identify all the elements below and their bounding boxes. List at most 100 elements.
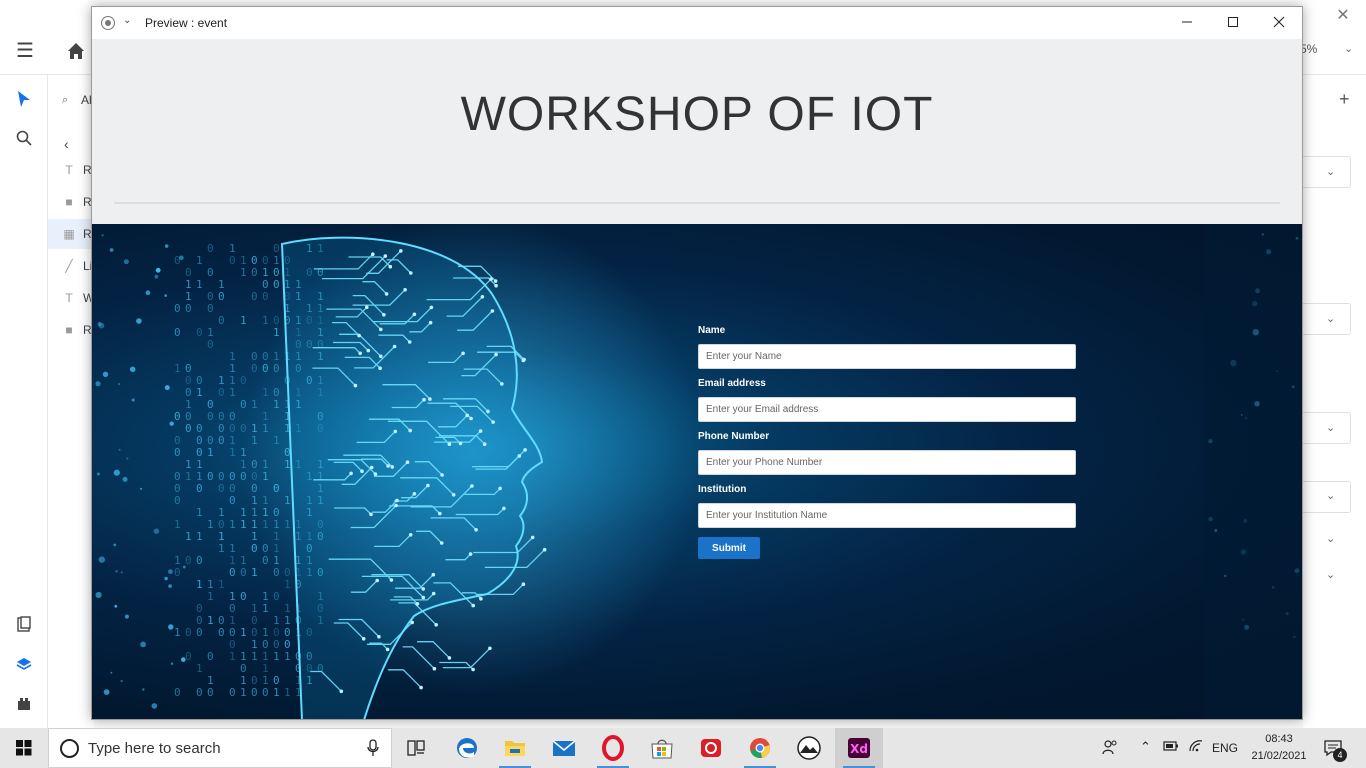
page-title: WORKSHOP OF IOT [460, 88, 934, 141]
svg-text:0: 0 [174, 254, 181, 267]
layer-item[interactable]: ▦ R [48, 219, 94, 249]
svg-text:0: 0 [174, 686, 181, 699]
svg-text:1: 1 [218, 578, 225, 591]
svg-text:0: 0 [207, 266, 214, 279]
show-hidden-icons-chevron[interactable]: ⌃ [1140, 739, 1151, 755]
svg-text:1: 1 [196, 386, 203, 399]
svg-text:1: 1 [273, 686, 280, 699]
plugins-icon[interactable] [12, 692, 36, 716]
svg-text:0: 0 [251, 362, 258, 375]
add-icon[interactable]: + [1339, 89, 1350, 110]
microphone-icon[interactable] [367, 739, 379, 760]
edge-browser-icon[interactable] [443, 728, 491, 768]
svg-text:1: 1 [284, 578, 291, 591]
close-icon[interactable]: ✕ [1331, 4, 1355, 28]
hamburger-menu-icon[interactable]: ☰ [12, 38, 38, 64]
svg-text:1: 1 [196, 662, 203, 675]
task-view-icon[interactable] [392, 728, 440, 768]
line-layer-icon: ╱ [65, 259, 73, 273]
battery-icon[interactable] [1163, 739, 1179, 756]
creative-cloud-icon[interactable] [687, 728, 735, 768]
xd-tool-bar [0, 75, 48, 728]
taskbar-search-box[interactable]: Type here to search [48, 728, 392, 768]
chevron-down-icon[interactable]: ⌄ [1326, 489, 1335, 502]
microsoft-store-icon[interactable] [638, 728, 686, 768]
search-icon[interactable] [12, 126, 36, 150]
select-tool-icon[interactable] [12, 87, 36, 111]
layer-item[interactable]: TR [48, 155, 94, 185]
svg-text:0: 0 [229, 566, 236, 579]
chevron-down-icon[interactable]: ⌄ [1326, 312, 1335, 325]
svg-text:0: 0 [218, 314, 225, 327]
svg-text:1: 1 [229, 386, 236, 399]
svg-text:0: 0 [262, 686, 269, 699]
chrome-browser-icon[interactable] [736, 728, 784, 768]
back-chevron-icon[interactable]: ‹ [64, 136, 69, 152]
windows-start-icon[interactable] [0, 728, 48, 768]
record-icon[interactable] [101, 16, 115, 30]
layer-item[interactable]: TW [48, 283, 94, 313]
clock-time[interactable]: 08:43 [1250, 733, 1308, 745]
chevron-down-icon[interactable]: ⌄ [123, 15, 131, 26]
svg-text:1: 1 [251, 398, 258, 411]
layer-item[interactable]: ╱ Li [48, 251, 94, 281]
svg-text:0: 0 [207, 410, 214, 423]
windows-taskbar: Type here to search Xd ⌃ ENG 08:43 21/02… [0, 728, 1366, 768]
svg-text:0: 0 [185, 650, 192, 663]
svg-text:0: 0 [174, 302, 181, 315]
mail-icon[interactable] [540, 728, 588, 768]
clock-date[interactable]: 21/02/2021 [1246, 750, 1312, 762]
submit-button[interactable]: Submit [698, 537, 760, 559]
input-language[interactable]: ENG [1212, 741, 1238, 755]
svg-text:1: 1 [240, 686, 247, 699]
institution-input[interactable] [698, 503, 1076, 528]
svg-text:1: 1 [207, 614, 214, 627]
chevron-down-icon[interactable]: ⌄ [1344, 42, 1353, 55]
svg-text:0: 0 [229, 494, 236, 507]
svg-text:1: 1 [196, 278, 203, 291]
chevron-down-icon[interactable]: ⌄ [1326, 421, 1335, 434]
svg-text:0: 0 [218, 482, 225, 495]
svg-text:1: 1 [251, 650, 258, 663]
svg-text:0: 0 [262, 554, 269, 567]
close-icon[interactable] [1256, 7, 1302, 39]
repeat-grid-layer-icon: ▦ [63, 227, 75, 241]
svg-text:0: 0 [196, 626, 203, 639]
file-explorer-icon[interactable] [491, 728, 539, 768]
preview-title-bar: ⌄ Preview : event [92, 7, 1302, 39]
layer-item[interactable]: ■ R [48, 187, 94, 217]
institution-label: Institution [698, 484, 747, 495]
svg-text:0: 0 [240, 566, 247, 579]
chevron-down-icon[interactable]: ⌄ [1326, 532, 1335, 545]
svg-text:0: 0 [218, 290, 225, 303]
email-input[interactable] [698, 397, 1076, 422]
svg-text:1: 1 [196, 578, 203, 591]
chevron-down-icon[interactable]: ⌄ [1326, 165, 1335, 178]
maximize-icon[interactable] [1210, 7, 1256, 39]
layer-item[interactable]: ■ R [48, 315, 94, 345]
svg-text:1: 1 [262, 314, 269, 327]
svg-text:1: 1 [229, 446, 236, 459]
phone-input[interactable] [698, 450, 1076, 475]
svg-text:0: 0 [273, 278, 280, 291]
layers-icon[interactable] [12, 652, 36, 676]
wifi-icon[interactable] [1188, 739, 1204, 756]
people-icon[interactable] [1102, 739, 1118, 758]
adobe-xd-taskbar-icon[interactable]: Xd [835, 728, 883, 768]
svg-text:1: 1 [262, 422, 269, 435]
minimize-icon[interactable] [1164, 7, 1210, 39]
svg-text:1: 1 [174, 626, 181, 639]
chevron-down-icon[interactable]: ⌄ [1326, 568, 1335, 581]
svg-text:0: 0 [185, 626, 192, 639]
opera-browser-icon[interactable] [589, 728, 637, 768]
svg-text:0: 0 [262, 362, 269, 375]
svg-text:1: 1 [207, 446, 214, 459]
name-input[interactable] [698, 344, 1076, 369]
svg-text:1: 1 [273, 434, 280, 447]
document-assets-icon[interactable] [12, 612, 36, 636]
photos-app-icon[interactable] [785, 728, 833, 768]
svg-text:1: 1 [284, 518, 291, 531]
home-icon[interactable] [64, 39, 88, 63]
svg-text:0: 0 [207, 242, 214, 255]
svg-text:1: 1 [207, 518, 214, 531]
